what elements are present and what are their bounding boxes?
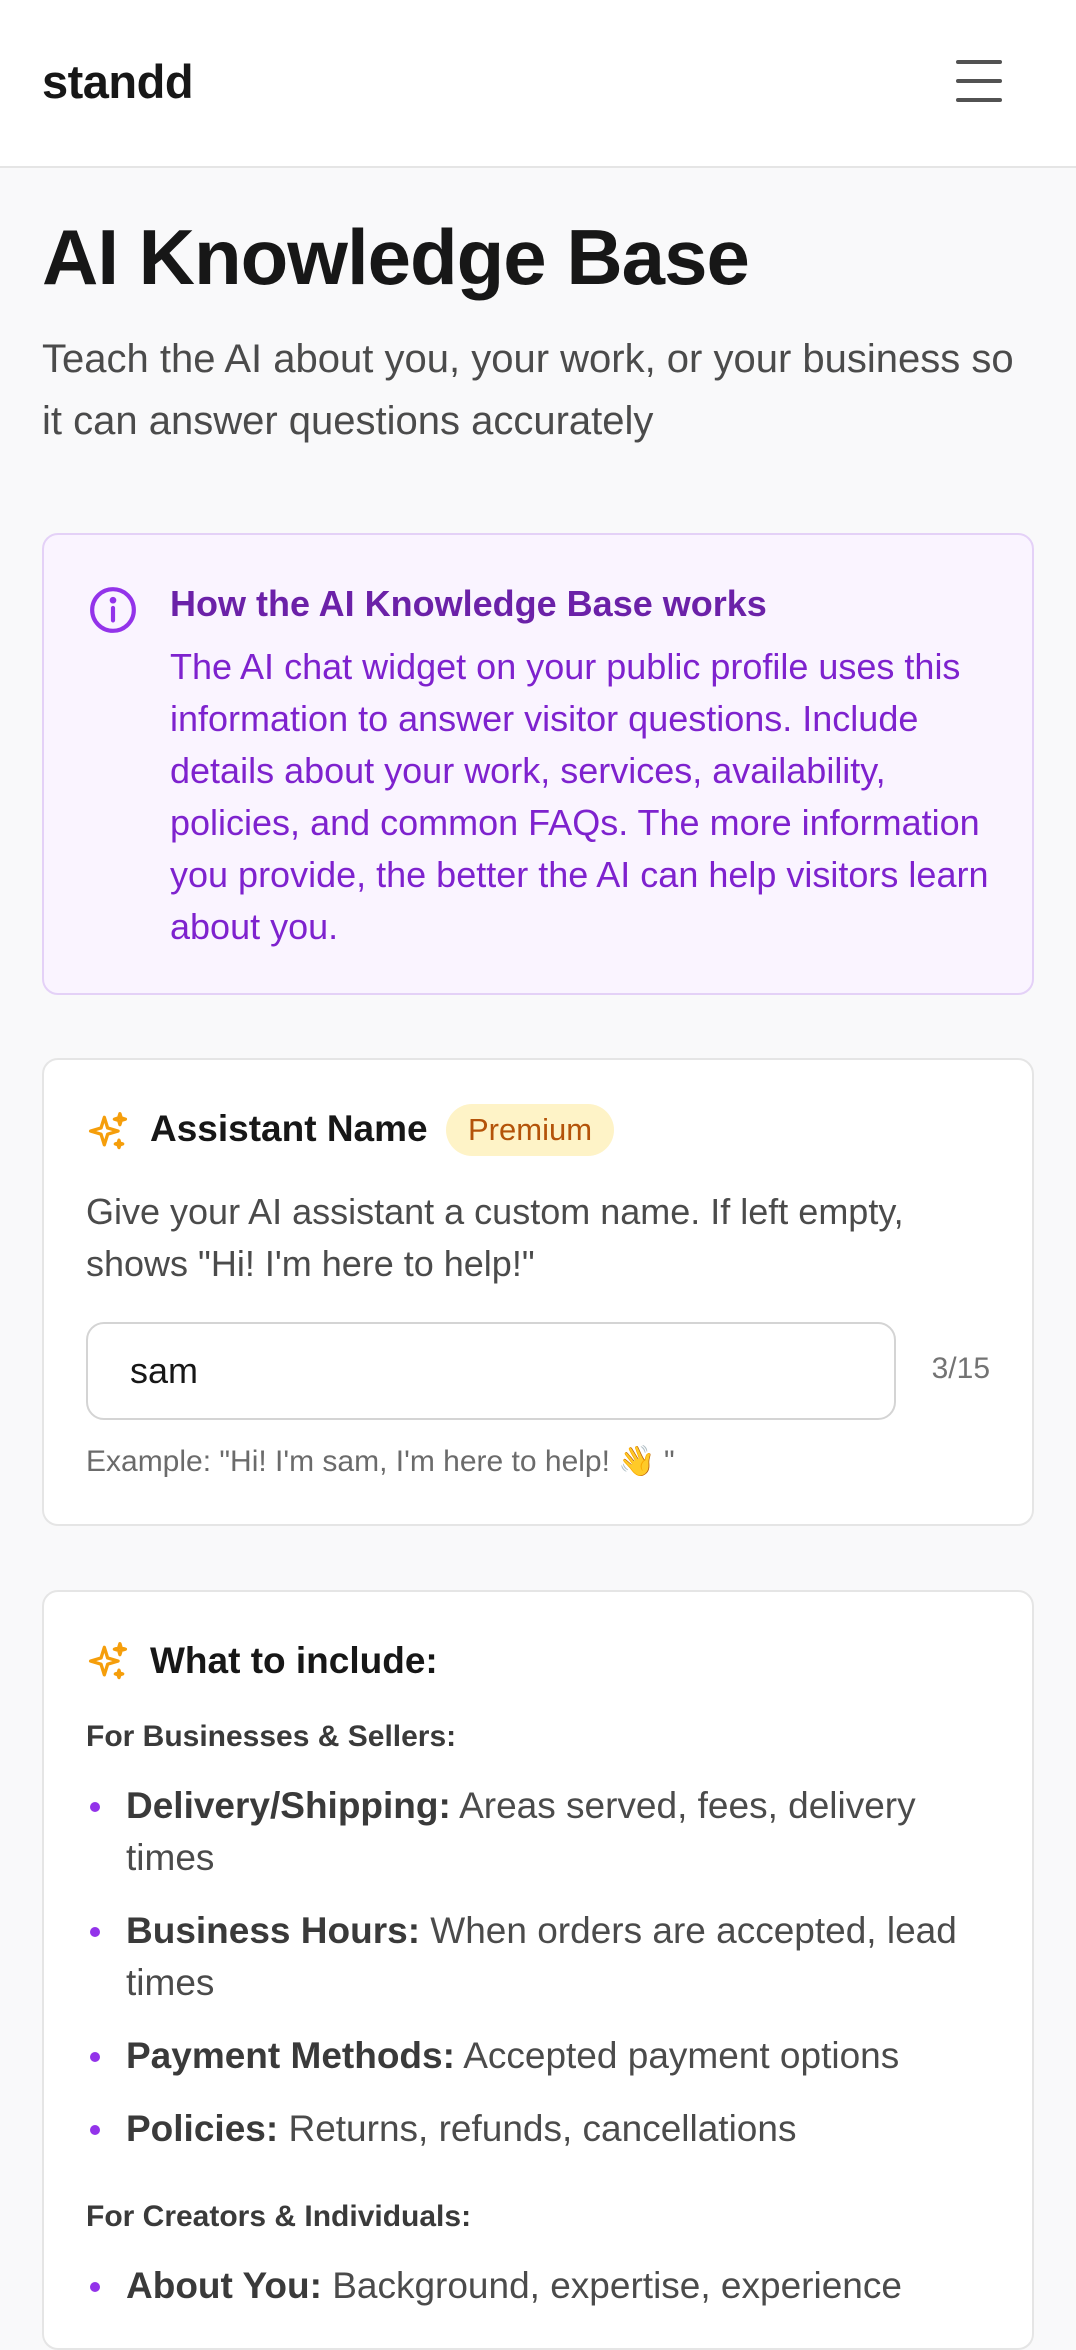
info-text: The AI chat widget on your public profil… [170, 646, 989, 947]
list-item: Policies: Returns, refunds, cancellation… [86, 2103, 1006, 2155]
item-term: Policies: [126, 2108, 279, 2149]
assistant-name-card: Assistant Name Premium Give your AI assi… [42, 1058, 1034, 1526]
list-item: About You: Background, expertise, experi… [86, 2260, 1006, 2312]
item-description: Background, expertise, experience [332, 2265, 902, 2306]
greeting-example: Example: "Hi! I'm sam, I'm here to help!… [86, 1445, 675, 1478]
assistant-name-description: Give your AI assistant a custom name. If… [86, 1191, 904, 1284]
business-items-list: Delivery/Shipping: Areas served, fees, d… [86, 1780, 1006, 2176]
sparkles-icon [88, 1642, 128, 1680]
info-title: How the AI Knowledge Base works [170, 583, 767, 624]
creator-items-list: About You: Background, expertise, experi… [86, 2260, 1006, 2333]
sparkles-icon [88, 1112, 128, 1150]
what-to-include-title: What to include: [150, 1640, 438, 1681]
section-label-businesses: For Businesses & Sellers: [86, 1720, 457, 1753]
logo[interactable]: standd [42, 54, 194, 109]
premium-badge: Premium [446, 1104, 615, 1156]
item-description: Returns, refunds, cancellations [288, 2108, 797, 2149]
item-term: Delivery/Shipping: [126, 1785, 451, 1826]
info-callout: How the AI Knowledge Base works The AI c… [42, 533, 1034, 995]
top-navigation-bar: standd [0, 0, 1076, 168]
item-term: Payment Methods: [126, 2035, 455, 2076]
list-item: Business Hours: When orders are accepted… [86, 1905, 1006, 2009]
section-label-creators: For Creators & Individuals: [86, 2200, 472, 2233]
info-circle-icon [90, 587, 136, 633]
item-description: Accepted payment options [463, 2035, 900, 2076]
assistant-name-input[interactable] [86, 1322, 896, 1420]
item-term: Business Hours: [126, 1910, 421, 1951]
character-counter: 3/15 [931, 1352, 990, 1385]
list-item: Delivery/Shipping: Areas served, fees, d… [86, 1780, 1006, 1884]
page-title: AI Knowledge Base [42, 213, 750, 301]
item-term: About You: [126, 2265, 322, 2306]
assistant-name-title: Assistant Name [150, 1108, 428, 1149]
what-to-include-card: What to include: For Businesses & Seller… [42, 1590, 1034, 2350]
page-subtitle: Teach the AI about you, your work, or yo… [42, 337, 1014, 443]
hamburger-menu-icon[interactable] [952, 56, 1008, 106]
list-item: Payment Methods: Accepted payment option… [86, 2030, 1006, 2082]
